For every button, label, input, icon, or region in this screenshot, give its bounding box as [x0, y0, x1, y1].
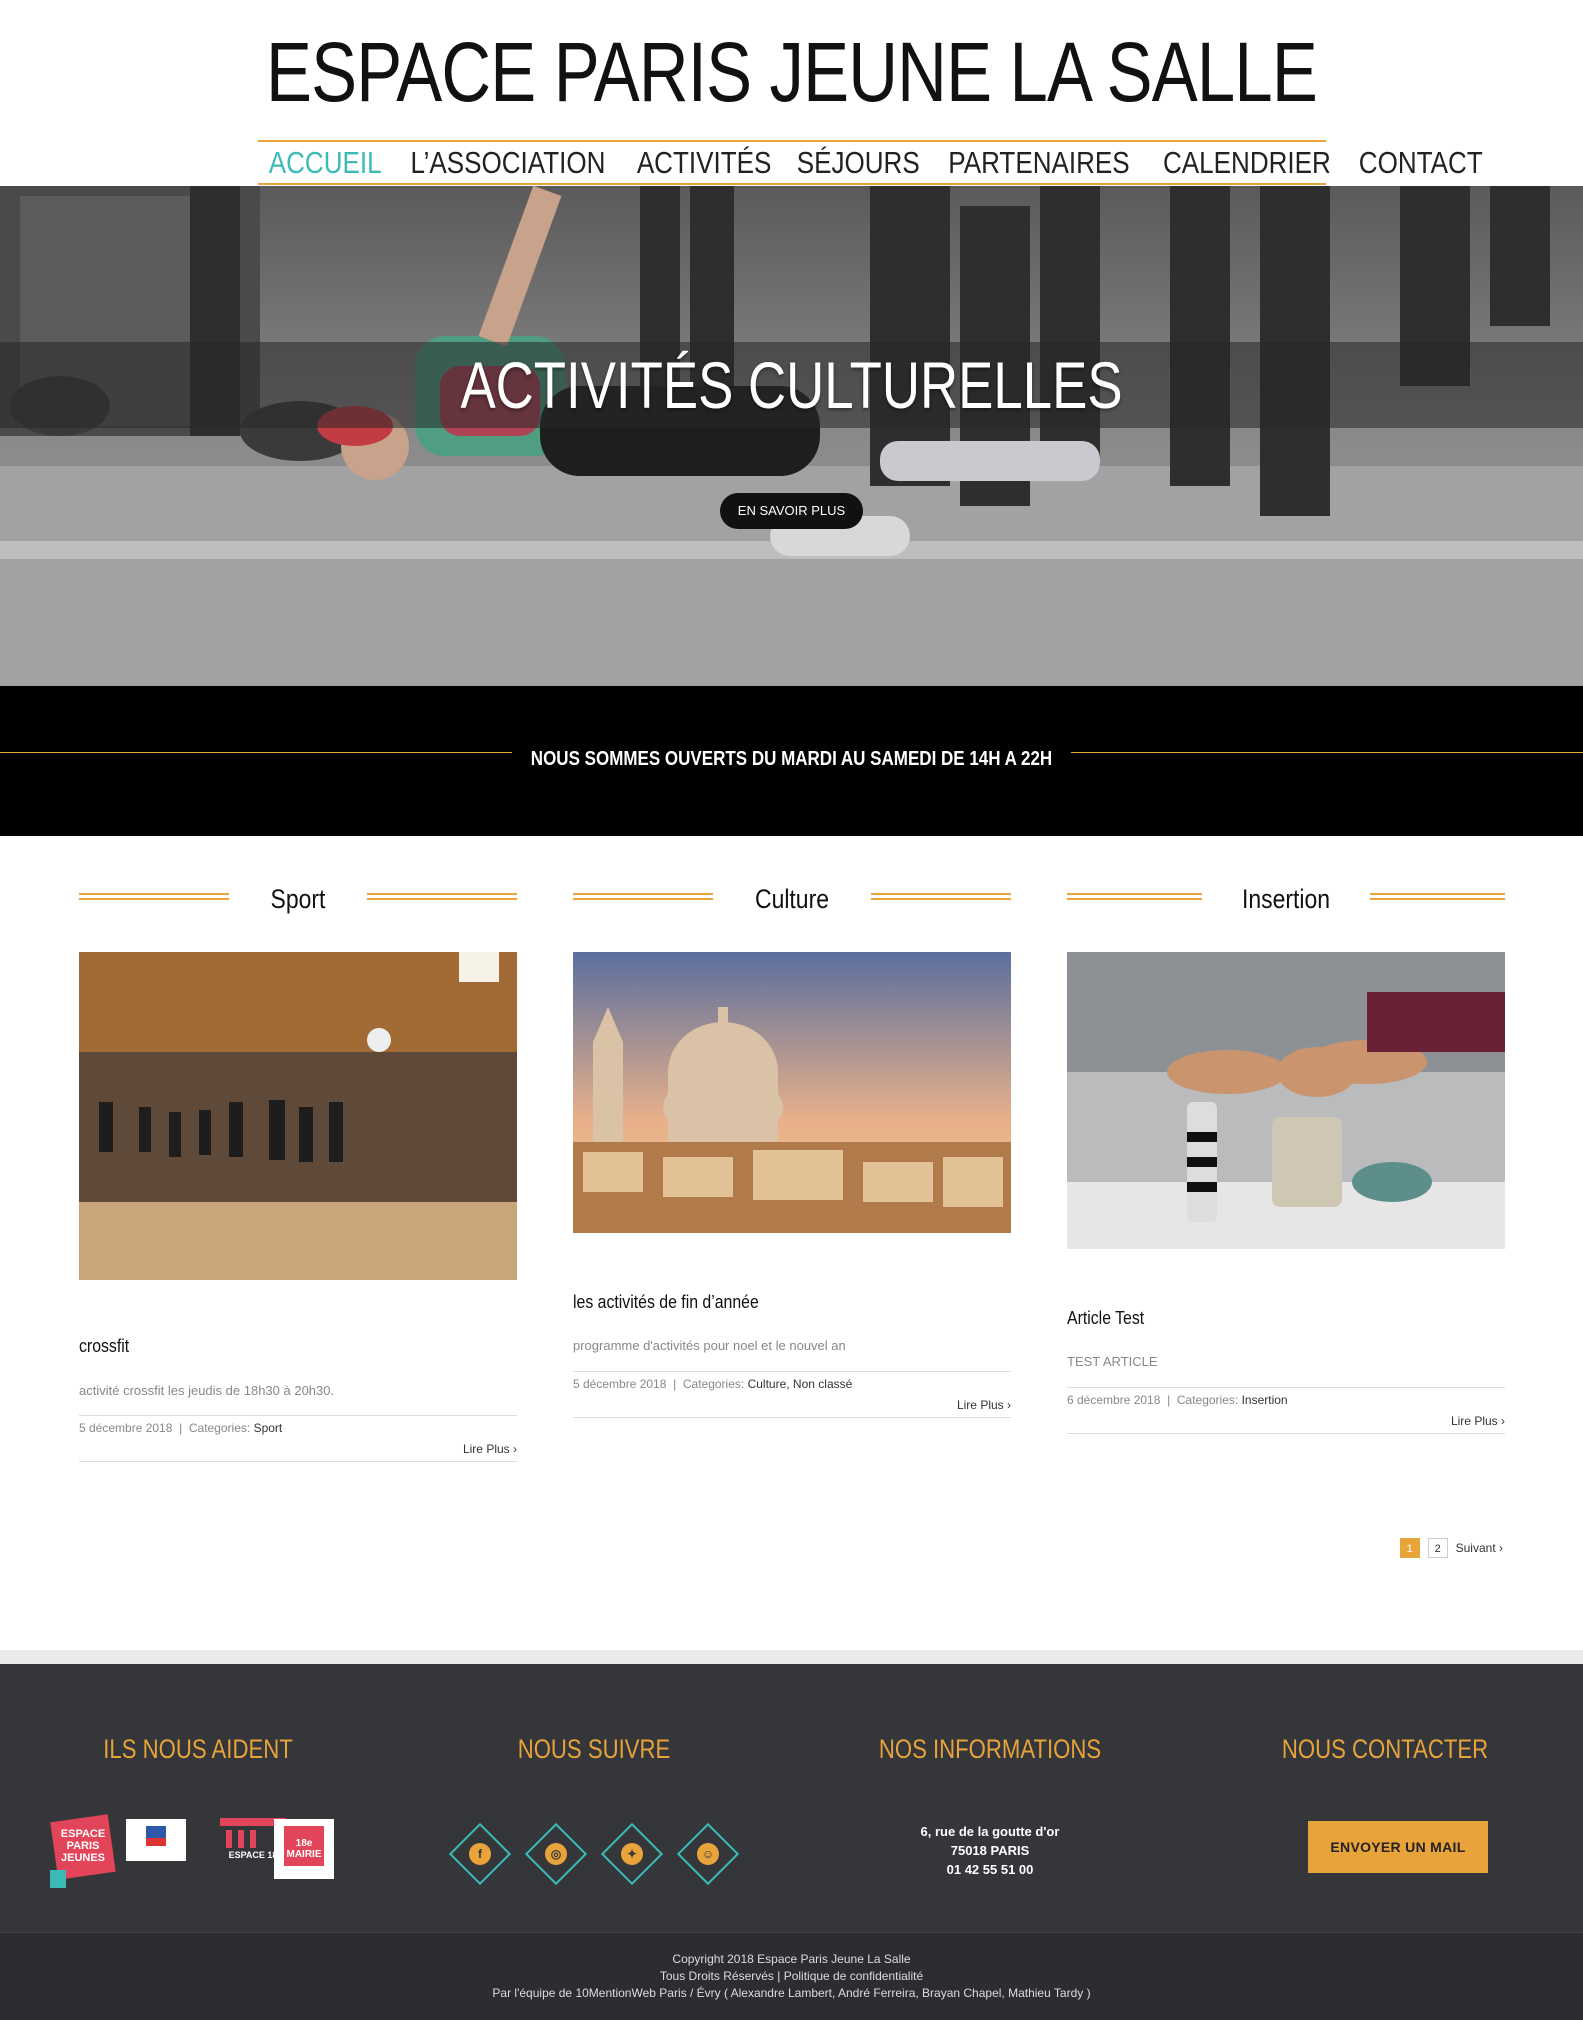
post-category-link[interactable]: Insertion [1242, 1393, 1288, 1407]
chevron-right-icon: › [1501, 1414, 1505, 1428]
rights-privacy-link[interactable]: Tous Droits Réservés | Politique de conf… [0, 1968, 1583, 1985]
column-heading: Culture [573, 836, 1011, 914]
column-heading: Insertion [1067, 836, 1505, 914]
hero-slider: ACTIVITÉS CULTURELLES EN SAVOIR PLUS [0, 186, 1583, 686]
categories-label: Categories: [1176, 1393, 1239, 1407]
site-header: ESPACE PARIS JEUNE LA SALLE ACCUEIL L’AS… [0, 0, 1583, 186]
page-1-button[interactable]: 1 [1399, 1538, 1420, 1558]
instagram-link[interactable]: ◎ [524, 1822, 588, 1886]
read-more-link[interactable]: Lire Plus › [1451, 1414, 1505, 1428]
footer-heading: ILS NOUS AIDENT [103, 1734, 293, 1764]
chevron-right-icon: › [1007, 1398, 1011, 1412]
copyright-text: Copyright 2018 Espace Paris Jeune La Sal… [672, 1952, 911, 1966]
post-excerpt: programme d'activités pour noel et le no… [573, 1338, 846, 1353]
column-title[interactable]: Insertion [1100, 884, 1472, 915]
nav-item-sejours[interactable]: SÉJOURS [796, 143, 919, 183]
address-block: 6, rue de la goutte d'or 75018 PARIS 01 … [792, 1822, 1188, 1879]
categories-label: Categories: [682, 1377, 745, 1391]
copyright-bar: Copyright 2018 Espace Paris Jeune La Sal… [0, 1932, 1583, 2020]
post-category-link[interactable]: Culture, Non classé [748, 1377, 853, 1391]
credits-text: Par l'équipe de 10MentionWeb Paris / Évr… [492, 1986, 1091, 2000]
main-nav: ACCUEIL L’ASSOCIATION ACTIVITÉS SÉJOURS … [258, 140, 1482, 185]
partner-logos: ESPACE PARIS JEUNES ESPACE 18 18e MAIRIE [50, 1814, 350, 1889]
footer-heading: NOS INFORMATIONS [878, 1734, 1102, 1764]
column-title[interactable]: Sport [112, 884, 484, 915]
post-date: 5 décembre 2018 [79, 1421, 173, 1435]
post-thumbnail-sacre-coeur[interactable] [573, 952, 1011, 1233]
categories-label: Categories: [188, 1421, 251, 1435]
hero-title: ACTIVITÉS CULTURELLES [460, 348, 1123, 422]
post-title[interactable]: les activités de fin d’année [573, 1292, 759, 1313]
read-more-link[interactable]: Lire Plus › [463, 1442, 517, 1456]
site-title[interactable]: ESPACE PARIS JEUNE LA SALLE [142, 22, 1440, 122]
post-thumbnail-crossfit[interactable] [79, 952, 517, 1280]
post-date: 6 décembre 2018 [1067, 1393, 1161, 1407]
post-meta: 6 décembre 2018 | Categories: Insertion … [1067, 1387, 1505, 1434]
chevron-right-icon: › [513, 1442, 517, 1456]
footer-heading: NOUS SUIVRE [517, 1734, 671, 1764]
pagination: 1 2 Suivant › [1399, 1538, 1503, 1558]
phone-number[interactable]: 01 42 55 51 00 [792, 1860, 1188, 1879]
post-title[interactable]: crossfit [79, 1336, 129, 1357]
snapchat-icon: ☺ [697, 1843, 719, 1865]
instagram-icon: ◎ [545, 1843, 567, 1865]
facebook-link[interactable]: f [448, 1822, 512, 1886]
nav-item-accueil[interactable]: ACCUEIL [269, 143, 382, 183]
post-thumbnail-teamwork[interactable] [1067, 952, 1505, 1249]
post-meta: 5 décembre 2018 | Categories: Culture, N… [573, 1371, 1011, 1418]
social-links: f ◎ ✦ ☺ [396, 1822, 792, 1886]
post-excerpt: TEST ARTICLE [1067, 1354, 1158, 1369]
post-meta: 5 décembre 2018 | Categories: Sport Lire… [79, 1415, 517, 1462]
opening-hours-banner: NOUS SOMMES OUVERTS DU MARDI AU SAMEDI D… [0, 686, 1583, 836]
footer: ILS NOUS AIDENT ESPACE PARIS JEUNES ESPA… [0, 1664, 1583, 1932]
post-category-link[interactable]: Sport [254, 1421, 283, 1435]
post-title[interactable]: Article Test [1067, 1308, 1144, 1329]
footer-heading: NOUS CONTACTER [1281, 1734, 1489, 1764]
read-more-link[interactable]: Lire Plus › [957, 1398, 1011, 1412]
post-excerpt: activité crossfit les jeudis de 18h30 à … [79, 1383, 335, 1398]
page-2-button[interactable]: 2 [1427, 1538, 1448, 1558]
opening-hours-text: NOUS SOMMES OUVERTS DU MARDI AU SAMEDI D… [530, 748, 1053, 770]
twitter-icon: ✦ [621, 1843, 643, 1865]
address-city: 75018 PARIS [950, 1843, 1030, 1858]
twitter-link[interactable]: ✦ [600, 1822, 664, 1886]
nav-item-contact[interactable]: CONTACT [1359, 143, 1483, 183]
nav-item-association[interactable]: L’ASSOCIATION [411, 143, 606, 183]
facebook-icon: f [469, 1843, 491, 1865]
footer-separator [0, 1650, 1583, 1664]
logo-mairie18-text: 18e MAIRIE [286, 1838, 322, 1860]
logo-espace-paris-jeunes-text: ESPACE PARIS JEUNES [60, 1828, 106, 1864]
nav-item-partenaires[interactable]: PARTENAIRES [948, 143, 1129, 183]
column-title[interactable]: Culture [606, 884, 978, 915]
chevron-right-icon: › [1499, 1541, 1503, 1555]
send-mail-button[interactable]: ENVOYER UN MAIL [1308, 1821, 1488, 1873]
logo-espace18-text: ESPACE 18 [228, 1850, 278, 1860]
nav-item-calendrier[interactable]: CALENDRIER [1163, 143, 1331, 183]
column-heading: Sport [79, 836, 517, 914]
snapchat-link[interactable]: ☺ [676, 1822, 740, 1886]
hero-breakdancer-image [0, 186, 1583, 686]
post-date: 5 décembre 2018 [573, 1377, 667, 1391]
next-page-link[interactable]: Suivant › [1456, 1541, 1503, 1555]
learn-more-button[interactable]: EN SAVOIR PLUS [720, 493, 863, 529]
post-columns: Sport crossfit activité crossfit les jeu… [0, 836, 1583, 1650]
address-street: 6, rue de la goutte d'or [920, 1824, 1060, 1839]
nav-item-activites[interactable]: ACTIVITÉS [637, 143, 772, 183]
